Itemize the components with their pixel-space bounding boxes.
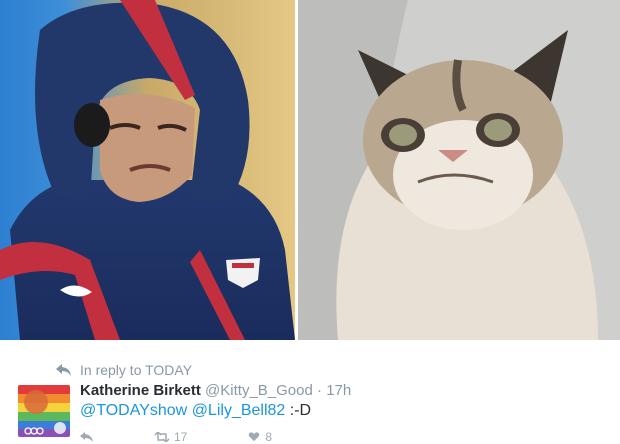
like-count: 8: [265, 430, 273, 444]
author-handle[interactable]: @Kitty_B_Good: [205, 382, 313, 399]
reply-icon: [80, 432, 93, 442]
avatar[interactable]: [18, 385, 70, 437]
like-button[interactable]: 8: [247, 430, 272, 444]
tweet-actions: 17 8: [80, 430, 272, 444]
retweet-icon: [154, 432, 170, 442]
meta-separator: ·: [317, 382, 323, 399]
mention-link[interactable]: @Lily_Bell82: [192, 402, 286, 419]
retweet-button[interactable]: 17: [154, 430, 187, 444]
heart-icon: [249, 432, 260, 442]
photo-grid: [0, 0, 620, 342]
reply-context-label: In reply to TODAY: [80, 362, 193, 378]
author-name[interactable]: Katherine Birkett: [80, 382, 201, 399]
photo-cat[interactable]: [298, 0, 620, 340]
tweet-timestamp[interactable]: 17h: [326, 382, 351, 399]
reply-arrow-icon: [56, 364, 71, 376]
mention-link[interactable]: @TODAYshow: [80, 402, 187, 419]
tweet-text: @TODAYshow @Lily_Bell82 :-D: [80, 402, 311, 420]
reply-context[interactable]: In reply to TODAY: [56, 362, 192, 378]
tweet-text-suffix: :-D: [289, 402, 312, 419]
reply-button[interactable]: [80, 430, 94, 444]
photo-swimmer[interactable]: [0, 0, 295, 340]
tweet[interactable]: In reply to TODAY Katherine Birkett @Kit…: [0, 342, 620, 444]
tweet-header: Katherine Birkett @Kitty_B_Good · 17h: [80, 382, 351, 400]
retweet-count: 17: [174, 430, 188, 444]
